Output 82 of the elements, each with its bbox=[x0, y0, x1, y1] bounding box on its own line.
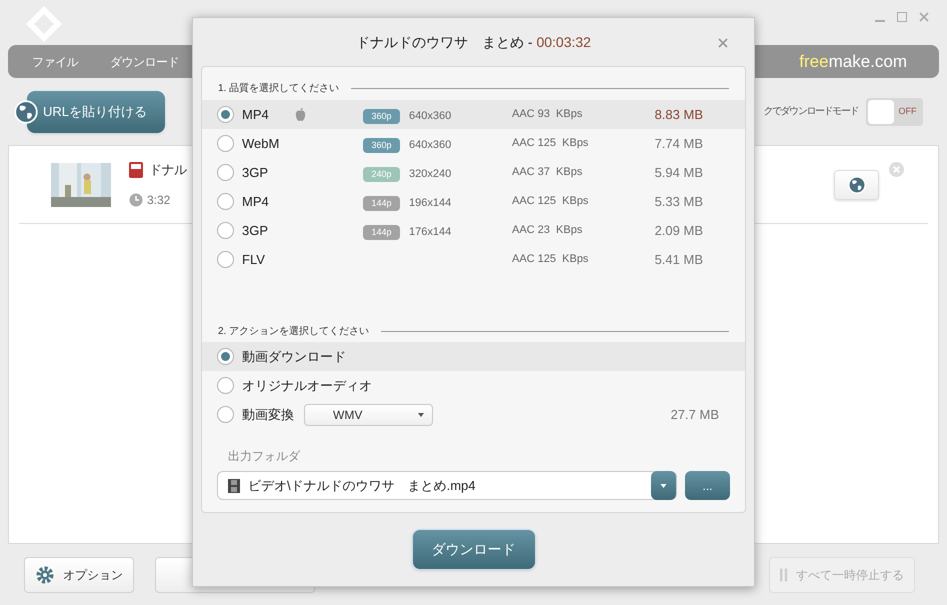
quality-option[interactable]: MP4 144p 196x144 AAC 125 KBps 5.33 MB bbox=[202, 187, 745, 216]
caret-icon bbox=[660, 484, 667, 488]
audio-text: AAC 37 KBps bbox=[512, 165, 582, 180]
caret-icon bbox=[418, 412, 424, 416]
format-label: 3GP bbox=[242, 222, 270, 240]
radio-button[interactable] bbox=[217, 164, 234, 181]
film-icon bbox=[228, 478, 240, 492]
radio-button[interactable] bbox=[217, 106, 234, 123]
video-site-icon bbox=[129, 162, 143, 178]
audio-text: AAC 125 KBps bbox=[512, 252, 588, 268]
output-path-field[interactable]: ビデオ\ドナルドのウワサ まとめ.mp4 bbox=[217, 471, 677, 500]
resolution-badge: 240p bbox=[363, 166, 400, 182]
pause-icon bbox=[780, 566, 788, 582]
brand-logo: freemake.com bbox=[799, 50, 907, 73]
globe-icon bbox=[14, 100, 38, 124]
quality-option[interactable]: FLV AAC 125 KBps 5.41 MB bbox=[202, 245, 745, 274]
action-option[interactable]: 動画変換 WMV 27.7 MB bbox=[202, 400, 745, 429]
video-title: ドナル bbox=[149, 160, 186, 179]
quality-option[interactable]: 3GP 240p 320x240 AAC 37 KBps 5.94 MB bbox=[202, 158, 745, 187]
globe-icon bbox=[848, 176, 866, 194]
format-label: FLV bbox=[242, 250, 266, 269]
audio-text: AAC 125 KBps bbox=[512, 136, 588, 152]
radio-button[interactable] bbox=[217, 406, 234, 423]
dropdown-button[interactable] bbox=[651, 471, 676, 500]
file-size: 5.41 MB bbox=[654, 250, 703, 269]
resolution-text: 196x144 bbox=[409, 196, 452, 208]
resolution-badge: 144p bbox=[363, 224, 400, 240]
gear-icon bbox=[35, 564, 55, 584]
format-label: WebM bbox=[242, 134, 280, 153]
radio-button[interactable] bbox=[217, 251, 234, 268]
format-label: 3GP bbox=[242, 164, 270, 182]
one-click-toggle[interactable]: OFF bbox=[866, 98, 923, 126]
paste-url-button[interactable]: URLを貼り付ける bbox=[27, 90, 165, 132]
resolution-text: 640x360 bbox=[409, 138, 452, 150]
file-size: 7.74 MB bbox=[654, 134, 703, 153]
quality-option[interactable]: 3GP 144p 176x144 AAC 23 KBps 2.09 MB bbox=[202, 216, 745, 245]
file-size: 8.83 MB bbox=[654, 106, 703, 124]
resolution-badge: 144p bbox=[363, 196, 400, 210]
quality-option[interactable]: MP4 360p 640x360 AAC 93 KBps 8.83 MB bbox=[202, 100, 745, 129]
close-icon[interactable] bbox=[718, 38, 728, 48]
action-label: 動画変換 bbox=[242, 406, 294, 424]
file-size: 2.09 MB bbox=[654, 222, 703, 240]
audio-text: AAC 23 KBps bbox=[512, 223, 582, 238]
download-button[interactable]: ダウンロード bbox=[412, 529, 536, 570]
radio-button[interactable] bbox=[217, 377, 234, 394]
quality-option[interactable]: WebM 360p 640x360 AAC 125 KBps 7.74 MB bbox=[202, 129, 745, 158]
output-path-text: ビデオ\ドナルドのウワサ まとめ.mp4 bbox=[248, 476, 476, 495]
dialog-title: ドナルドのウワサ まとめ - 00:03:32 bbox=[356, 32, 591, 52]
logo-icon bbox=[24, 4, 64, 44]
resolution-text: 640x360 bbox=[409, 110, 452, 122]
resolution-badge: 360p bbox=[363, 108, 400, 124]
browse-button[interactable]: ... bbox=[685, 471, 730, 500]
action-option[interactable]: 動画ダウンロード bbox=[202, 342, 745, 371]
close-icon[interactable] bbox=[919, 12, 929, 22]
action-label: オリジナルオーディオ bbox=[242, 376, 372, 395]
file-size: 5.33 MB bbox=[654, 192, 703, 211]
format-dropdown[interactable]: WMV bbox=[304, 404, 433, 426]
duration-text: 3:32 bbox=[147, 192, 170, 210]
radio-button[interactable] bbox=[217, 135, 234, 152]
action-option[interactable]: オリジナルオーディオ bbox=[202, 371, 745, 400]
remove-icon[interactable] bbox=[889, 162, 904, 177]
format-label: MP4 bbox=[242, 192, 270, 211]
file-size: 5.94 MB bbox=[654, 164, 703, 182]
options-button[interactable]: オプション bbox=[24, 556, 134, 592]
radio-button[interactable] bbox=[217, 348, 234, 365]
resolution-text: 176x144 bbox=[409, 226, 452, 238]
section-heading: 2. アクションを選択してください bbox=[218, 324, 370, 338]
browser-button[interactable] bbox=[834, 170, 879, 200]
output-folder-label: 出力フォルダ bbox=[228, 448, 302, 465]
action-label: 動画ダウンロード bbox=[242, 348, 346, 366]
clock-icon bbox=[129, 193, 143, 208]
one-click-mode-label: クでダウンロードモード bbox=[763, 105, 858, 119]
resolution-badge: 360p bbox=[363, 138, 400, 152]
resolution-text: 320x240 bbox=[409, 168, 452, 180]
maximize-icon[interactable] bbox=[897, 12, 907, 22]
radio-button[interactable] bbox=[217, 193, 234, 210]
format-label: MP4 bbox=[242, 106, 270, 124]
audio-text: AAC 93 KBps bbox=[512, 107, 582, 122]
section-heading: 1. 品質を選択してください bbox=[218, 82, 340, 96]
audio-text: AAC 125 KBps bbox=[512, 194, 588, 210]
file-size: 27.7 MB bbox=[670, 406, 719, 424]
radio-button[interactable] bbox=[217, 222, 234, 239]
